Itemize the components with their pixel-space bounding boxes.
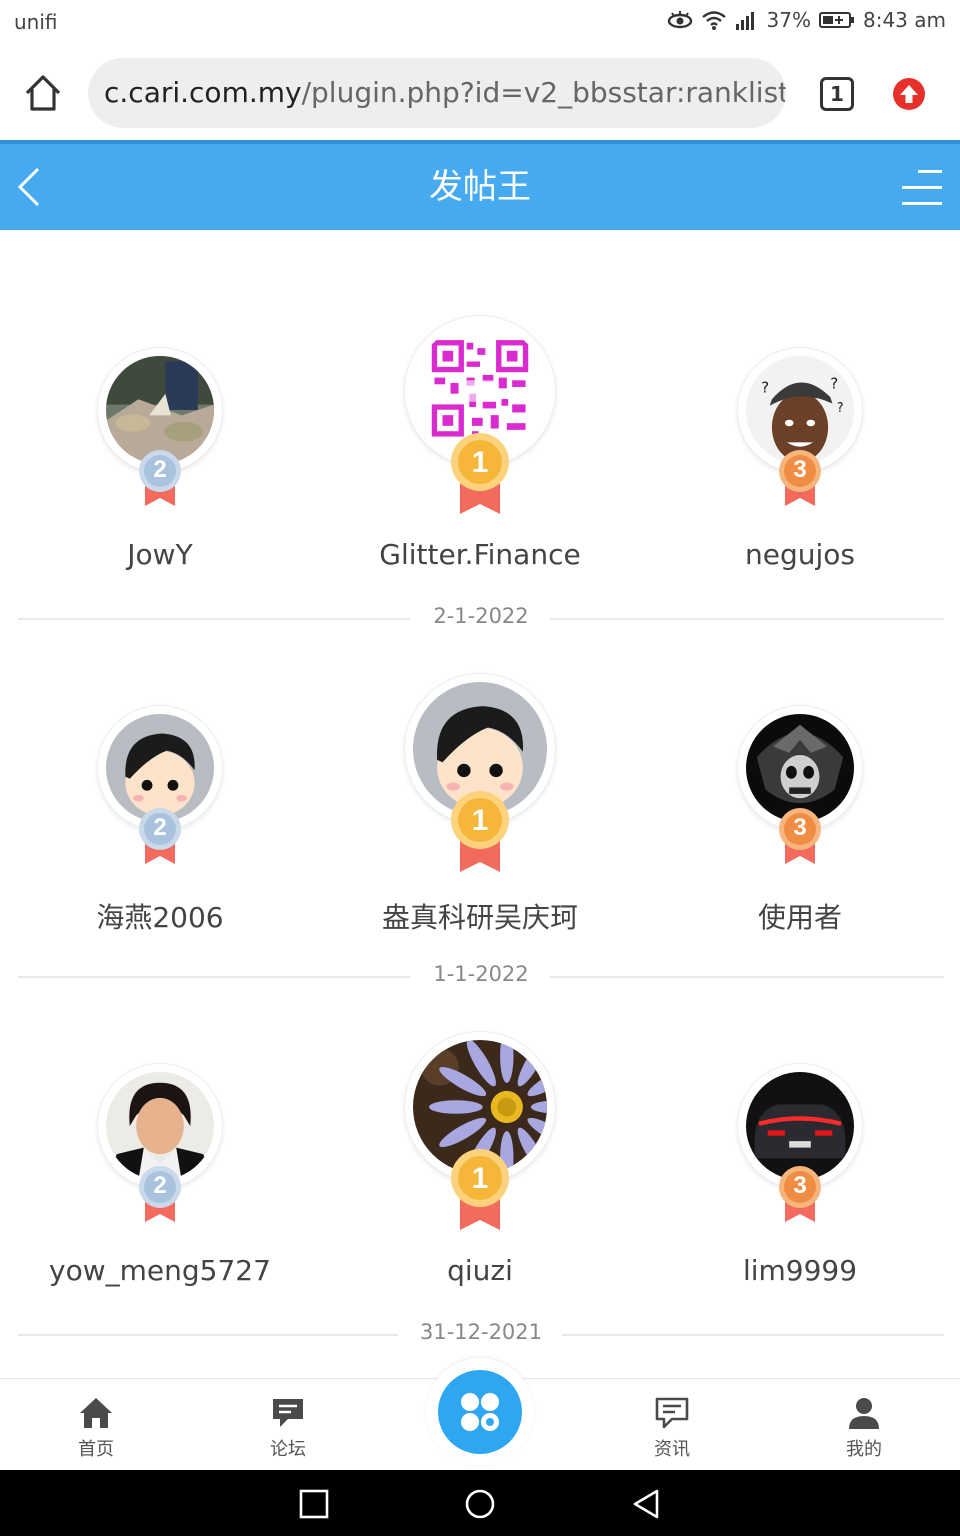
rank-second-slot[interactable]: 2 yow_meng5727 <box>0 946 320 1304</box>
rank-first-slot[interactable]: 1 qiuzi <box>320 946 640 1304</box>
ranking-day-section: 2 yow_meng5727 1 qiuzi 3 lim9999 <box>0 946 960 1304</box>
rank-number: 3 <box>793 1172 807 1199</box>
ranking-day-section: 2 JowY 1 Glitter.Finance ?? ? 3 negujos <box>0 230 960 588</box>
svg-text:?: ? <box>830 374 838 392</box>
rank-number: 3 <box>793 456 807 483</box>
rank-third-slot[interactable]: ??? 3 negujos <box>640 230 960 588</box>
menu-icon[interactable] <box>902 170 942 206</box>
nav-home-label: 首页 <box>78 1439 114 1460</box>
battery-percent: 37% <box>766 8 811 32</box>
gold-medal-icon: 1 <box>448 1148 512 1230</box>
wifi-icon <box>701 9 727 31</box>
user-icon <box>849 1398 879 1429</box>
bronze-medal-icon: 3 <box>777 806 823 864</box>
username[interactable]: JowY <box>0 538 320 571</box>
ranking-list: 2 JowY 1 Glitter.Finance ?? ? 3 negujos … <box>0 230 960 1378</box>
ranking-date: 31-12-2021 <box>419 1320 543 1344</box>
svg-text:?: ? <box>837 401 844 416</box>
rank-third-slot[interactable]: 3 lim9999 <box>640 946 960 1304</box>
rank-number: 2 <box>153 456 167 483</box>
svg-text:?: ? <box>761 379 769 397</box>
recents-icon[interactable] <box>298 1488 330 1520</box>
nav-mine-label: 我的 <box>846 1439 882 1460</box>
url-domain: c.cari.com.my <box>104 76 302 109</box>
nav-news-label: 资讯 <box>654 1439 690 1460</box>
gold-medal-icon: 1 <box>448 432 512 514</box>
username[interactable]: 使用者 <box>640 896 960 936</box>
home-icon <box>25 75 61 111</box>
nav-news[interactable]: 资讯 <box>612 1379 732 1471</box>
rank-third-slot[interactable]: 3 使用者 <box>640 588 960 946</box>
status-icons: 37% 8:43 am <box>667 8 946 32</box>
nav-forum[interactable]: 论坛 <box>228 1379 348 1471</box>
username[interactable]: qiuzi <box>320 1254 640 1287</box>
tabs-button[interactable]: 1 <box>820 77 854 111</box>
forum-chat-icon <box>273 1399 303 1427</box>
rank-number: 3 <box>793 814 807 841</box>
center-apps-button[interactable] <box>426 1358 534 1466</box>
bronze-medal-icon: 3 <box>777 1164 823 1222</box>
username[interactable]: Glitter.Finance <box>320 538 640 571</box>
app-header: 发帖王 <box>0 140 960 230</box>
system-nav-bar <box>0 1470 960 1536</box>
username[interactable]: 盎真科研吴庆珂 <box>320 896 640 936</box>
ranking-day-section: 2 海燕2006 1 盎真科研吴庆珂 3 使用者 <box>0 588 960 946</box>
home-icon <box>80 1398 112 1428</box>
home-circle-icon[interactable] <box>464 1488 496 1520</box>
clock: 8:43 am <box>862 8 946 32</box>
silver-medal-icon: 2 <box>137 448 183 506</box>
rank-number: 1 <box>471 446 489 479</box>
address-bar[interactable]: c.cari.com.my/plugin.php?id=v2_bbsstar:r… <box>88 58 786 128</box>
rank-first-slot[interactable]: 1 盎真科研吴庆珂 <box>320 588 640 946</box>
rank-number: 2 <box>153 814 167 841</box>
status-bar: unifi 37% 8:43 am <box>0 0 960 44</box>
eye-icon <box>667 10 693 30</box>
nav-forum-label: 论坛 <box>270 1439 306 1460</box>
silver-medal-icon: 2 <box>137 1164 183 1222</box>
signal-icon <box>735 10 759 30</box>
carrier-label: unifi <box>14 10 58 34</box>
rank-second-slot[interactable]: 2 JowY <box>0 230 320 588</box>
username[interactable]: 海燕2006 <box>0 896 320 936</box>
rank-first-slot[interactable]: 1 Glitter.Finance <box>320 230 640 588</box>
apps-icon <box>461 1393 499 1431</box>
nav-home[interactable]: 首页 <box>36 1379 156 1471</box>
username[interactable]: yow_meng5727 <box>0 1254 320 1287</box>
username[interactable]: negujos <box>640 538 960 571</box>
bronze-medal-icon: 3 <box>777 448 823 506</box>
back-triangle-icon[interactable] <box>630 1488 662 1520</box>
page-title: 发帖王 <box>429 167 531 207</box>
url-path: /plugin.php?id=v2_bbsstar:ranklist&ty <box>301 76 786 109</box>
browser-home-button[interactable] <box>22 72 64 114</box>
browser-toolbar: c.cari.com.my/plugin.php?id=v2_bbsstar:r… <box>0 44 960 140</box>
rank-number: 1 <box>471 804 489 837</box>
upload-icon[interactable] <box>892 77 926 111</box>
rank-number: 1 <box>471 1162 489 1195</box>
rank-number: 2 <box>153 1172 167 1199</box>
news-chat-icon <box>655 1397 689 1429</box>
silver-medal-icon: 2 <box>137 806 183 864</box>
rank-second-slot[interactable]: 2 海燕2006 <box>0 588 320 946</box>
battery-icon <box>818 11 855 29</box>
date-divider: 31-12-2021 <box>18 1320 944 1350</box>
username[interactable]: lim9999 <box>640 1254 960 1287</box>
nav-mine[interactable]: 我的 <box>804 1379 924 1471</box>
gold-medal-icon: 1 <box>448 790 512 872</box>
